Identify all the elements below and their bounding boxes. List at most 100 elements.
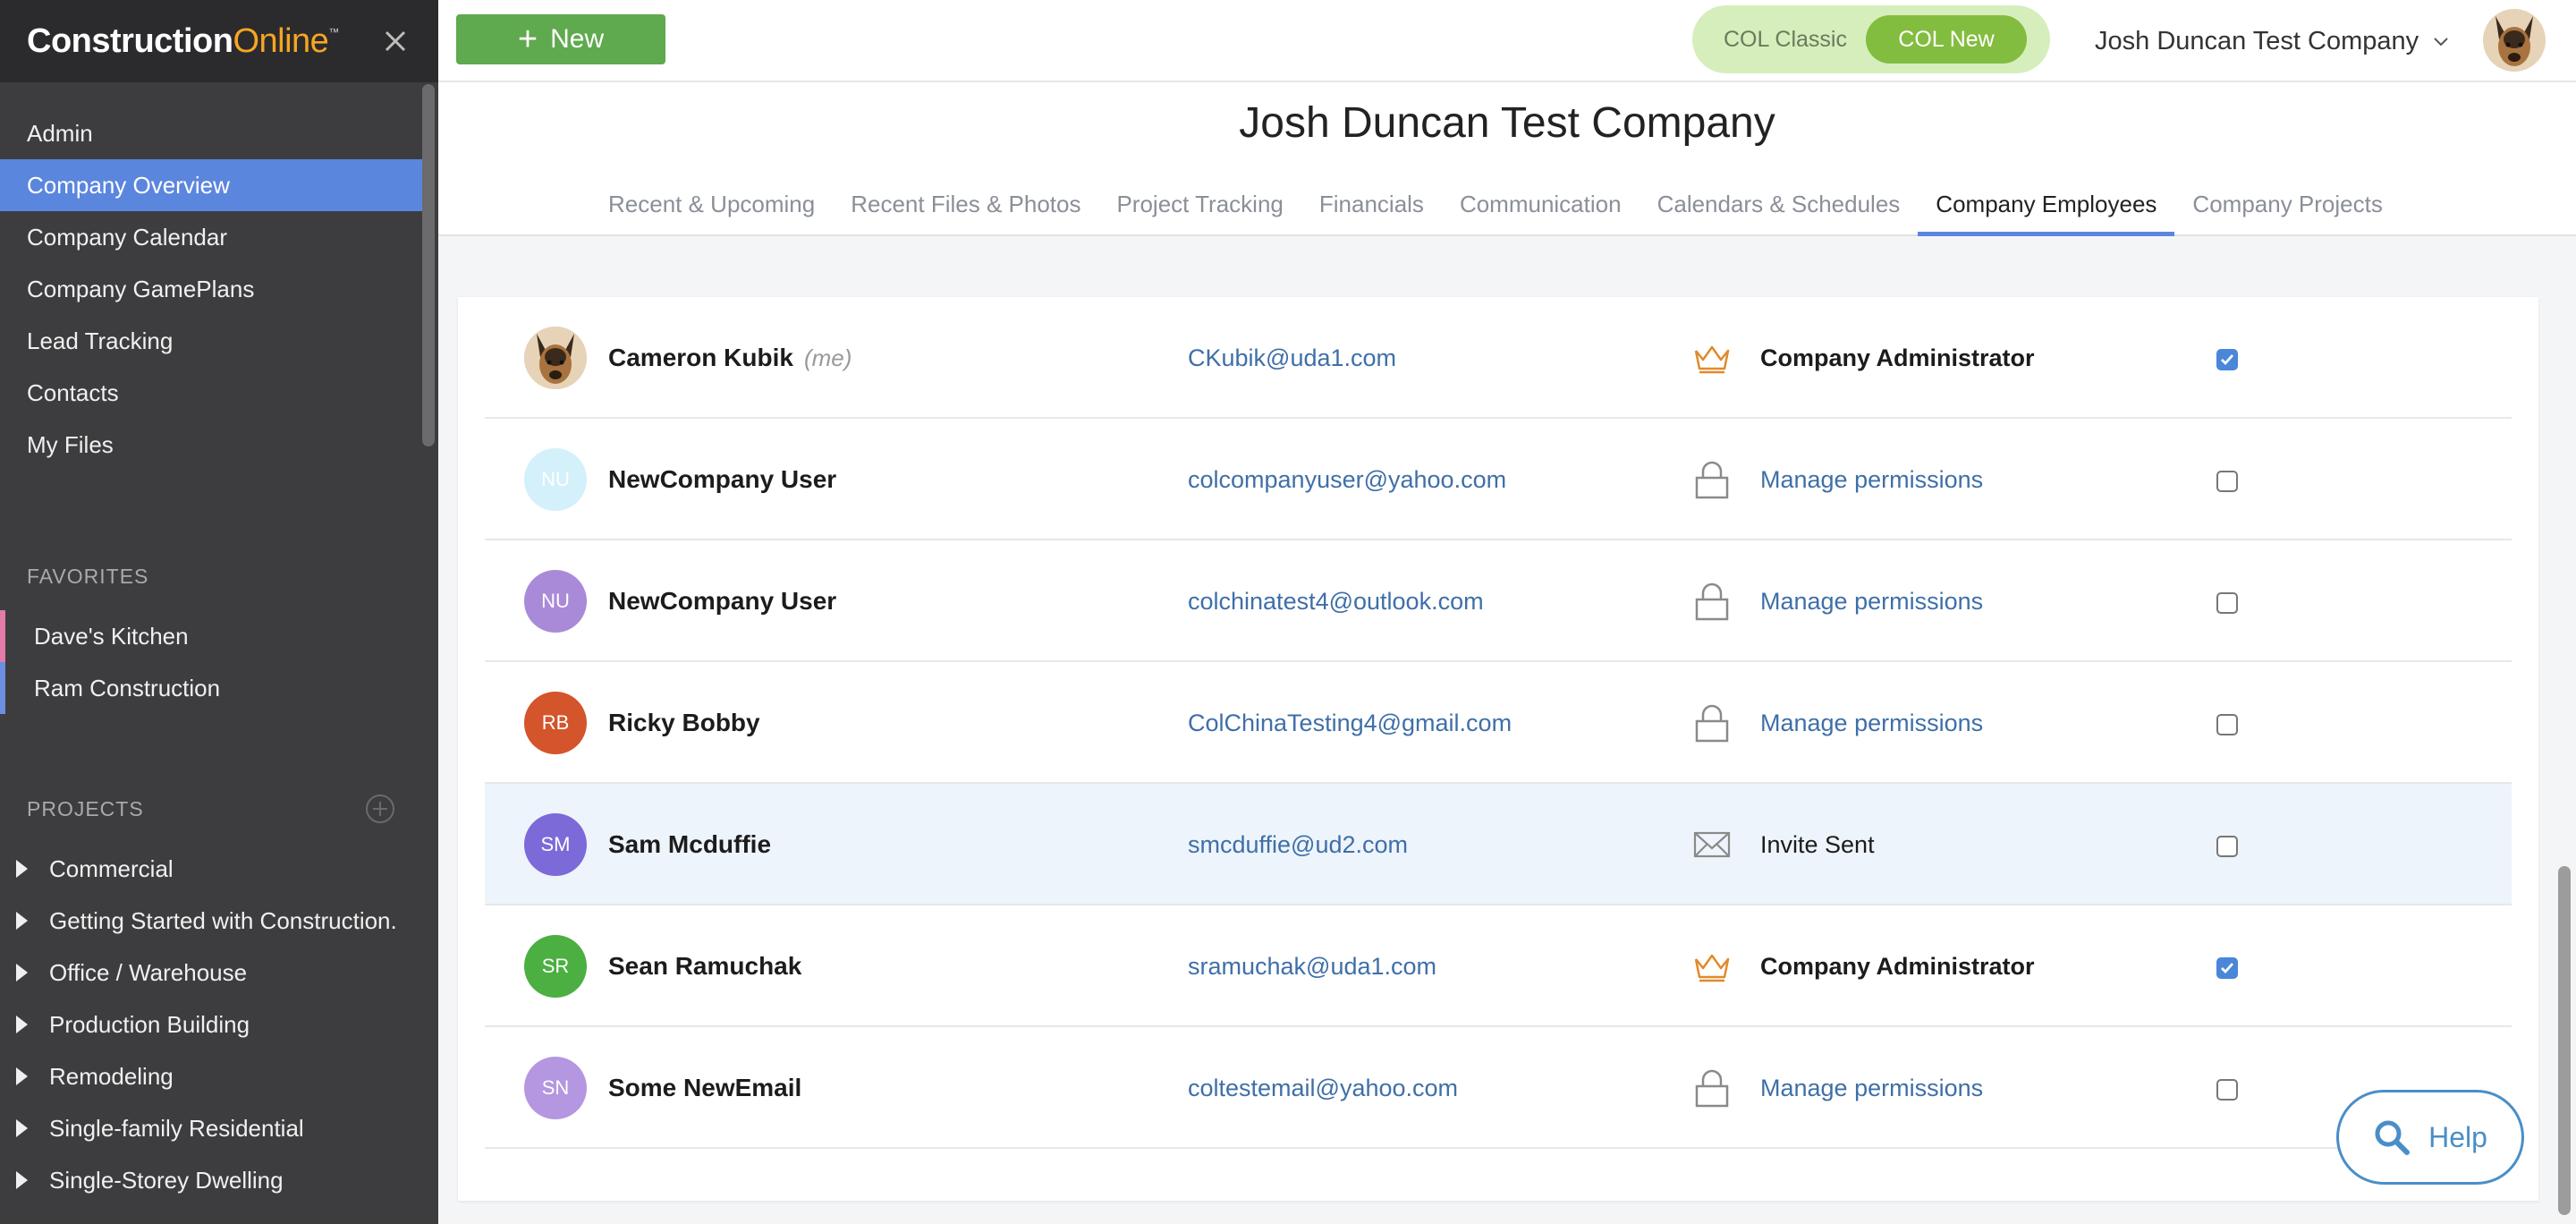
sidebar-item-contacts[interactable]: Contacts [0, 367, 438, 419]
employee-name[interactable]: Some NewEmail [608, 1027, 801, 1149]
employee-name[interactable]: Cameron Kubik (me) [608, 297, 852, 419]
sidebar-item-company-calendar[interactable]: Company Calendar [0, 211, 438, 263]
company-selector[interactable]: Josh Duncan Test Company [2095, 0, 2451, 82]
employee-checkbox[interactable] [2216, 957, 2238, 979]
table-row[interactable]: Cameron Kubik (me) CKubik@uda1.com Company … [485, 297, 2512, 419]
employee-name[interactable]: Sean Ramuchak [608, 905, 801, 1027]
project-label: Getting Started with Construction. [49, 906, 397, 934]
main-scrollbar[interactable] [2558, 866, 2571, 1215]
toggle-col-new[interactable]: COL New [1866, 15, 2027, 64]
tab-recent-files-photos[interactable]: Recent Files & Photos [833, 172, 1098, 236]
lock-icon [1695, 1069, 1729, 1108]
new-button-label: New [550, 24, 605, 54]
table-row[interactable]: SN Some NewEmail coltestemail@yahoo.com Man… [485, 1027, 2512, 1149]
employee-email-link[interactable]: ColChinaTesting4@gmail.com [1188, 662, 1512, 784]
sidebar-item-my-files[interactable]: My Files [0, 419, 438, 471]
employee-checkbox[interactable] [2216, 349, 2238, 370]
employee-checkbox[interactable] [2216, 592, 2238, 614]
expand-triangle-icon[interactable] [16, 1016, 28, 1033]
avatar-initials: SN [541, 1076, 570, 1099]
check-icon [2221, 354, 2234, 366]
tab-financials[interactable]: Financials [1301, 172, 1442, 236]
table-row[interactable]: SM Sam Mcduffie smcduffie@ud2.com Invite Se… [485, 784, 2512, 905]
sidebar-item-label: Lead Tracking [27, 327, 174, 354]
expand-triangle-icon[interactable] [16, 1119, 28, 1137]
employee-checkbox[interactable] [2216, 471, 2238, 492]
project-item[interactable]: Production Building [0, 999, 438, 1050]
table-row[interactable]: RB Ricky Bobby ColChinaTesting4@gmail.com M… [485, 662, 2512, 784]
tab-company-projects[interactable]: Company Projects [2174, 172, 2400, 236]
tab-calendars-schedules[interactable]: Calendars & Schedules [1640, 172, 1919, 236]
sidebar-item-admin[interactable]: Admin [0, 107, 438, 159]
employee-name[interactable]: Sam Mcduffie [608, 784, 771, 905]
table-row[interactable]: NU NewCompany User colchinatest4@outlook.c… [485, 540, 2512, 662]
sidebar-scrollbar[interactable] [422, 84, 435, 446]
employee-role[interactable]: Manage permissions [1760, 419, 1983, 540]
expand-triangle-icon[interactable] [16, 964, 28, 982]
employee-name-text: Sam Mcduffie [608, 830, 772, 858]
avatar[interactable]: NU [524, 448, 587, 511]
favorite-item[interactable]: Ram Construction [0, 662, 438, 714]
lock-icon [1695, 704, 1729, 743]
chevron-down-icon [2434, 38, 2448, 47]
dog-avatar-icon [524, 327, 587, 389]
sidebar-item-company-gameplans[interactable]: Company GamePlans [0, 263, 438, 315]
expand-triangle-icon[interactable] [16, 1171, 28, 1189]
favorite-color-marker [0, 610, 5, 662]
new-button[interactable]: + New [456, 14, 665, 64]
employee-email-link[interactable]: colchinatest4@outlook.com [1188, 540, 1484, 662]
sidebar-item-company-overview[interactable]: Company Overview [0, 159, 422, 211]
page-title: Josh Duncan Test Company [1239, 99, 1775, 147]
table-row[interactable]: NU NewCompany User colcompanyuser@yahoo.co… [485, 419, 2512, 540]
check-icon [2221, 963, 2234, 974]
employee-name[interactable]: NewCompany User [608, 540, 836, 662]
sidebar-item-lead-tracking[interactable]: Lead Tracking [0, 315, 438, 367]
employee-checkbox[interactable] [2216, 1079, 2238, 1101]
employee-email-link[interactable]: CKubik@uda1.com [1188, 297, 1396, 419]
employee-role[interactable]: Manage permissions [1760, 662, 1983, 784]
employee-email-link[interactable]: smcduffie@ud2.com [1188, 784, 1408, 905]
avatar-initials: SM [540, 833, 571, 855]
tab-company-employees[interactable]: Company Employees [1918, 172, 2175, 236]
project-item[interactable]: Remodeling [0, 1050, 438, 1102]
employee-email-link[interactable]: colcompanyuser@yahoo.com [1188, 419, 1506, 540]
employee-role[interactable]: Manage permissions [1760, 1027, 1983, 1149]
user-avatar[interactable] [2483, 9, 2546, 72]
employee-email-link[interactable]: sramuchak@uda1.com [1188, 905, 1436, 1027]
add-circle-icon[interactable] [365, 794, 395, 824]
employee-checkbox[interactable] [2216, 714, 2238, 735]
employee-role[interactable]: Manage permissions [1760, 540, 1983, 662]
avatar[interactable]: SR [524, 935, 587, 998]
brand-logo[interactable]: ConstructionOnline™ [27, 22, 339, 61]
project-item[interactable]: Commercial [0, 843, 438, 895]
avatar[interactable]: SM [524, 813, 587, 876]
close-icon[interactable] [377, 23, 413, 59]
project-item[interactable]: Office / Warehouse [0, 947, 438, 999]
tab-recent-upcoming[interactable]: Recent & Upcoming [590, 172, 833, 236]
project-label: Single-Storey Dwelling [49, 1166, 284, 1194]
employee-email-link[interactable]: coltestemail@yahoo.com [1188, 1027, 1458, 1149]
tab-bar: Recent & Upcoming Recent Files & Photos … [590, 172, 2401, 236]
sidebar-header: ConstructionOnline™ [0, 0, 438, 82]
lock-icon [1695, 582, 1729, 621]
project-item[interactable]: Getting Started with Construction. [0, 895, 438, 947]
toggle-col-classic[interactable]: COL Classic [1705, 15, 1866, 64]
expand-triangle-icon[interactable] [16, 912, 28, 930]
sidebar: ConstructionOnline™ Admin Company Overvi… [0, 0, 438, 1224]
project-item[interactable]: Single-Storey Dwelling [0, 1154, 438, 1206]
expand-triangle-icon[interactable] [16, 1067, 28, 1085]
avatar[interactable]: RB [524, 692, 587, 754]
help-button[interactable]: Help [2336, 1090, 2524, 1185]
tab-project-tracking[interactable]: Project Tracking [1098, 172, 1301, 236]
avatar[interactable] [524, 327, 587, 389]
project-item[interactable]: Single-family Residential [0, 1102, 438, 1154]
tab-communication[interactable]: Communication [1442, 172, 1640, 236]
employee-name[interactable]: Ricky Bobby [608, 662, 760, 784]
employee-checkbox[interactable] [2216, 836, 2238, 857]
avatar[interactable]: SN [524, 1057, 587, 1119]
favorite-item[interactable]: Dave's Kitchen [0, 610, 438, 662]
employee-name[interactable]: NewCompany User [608, 419, 836, 540]
avatar[interactable]: NU [524, 570, 587, 633]
table-row[interactable]: SR Sean Ramuchak sramuchak@uda1.com Company… [485, 905, 2512, 1027]
expand-triangle-icon[interactable] [16, 860, 28, 878]
